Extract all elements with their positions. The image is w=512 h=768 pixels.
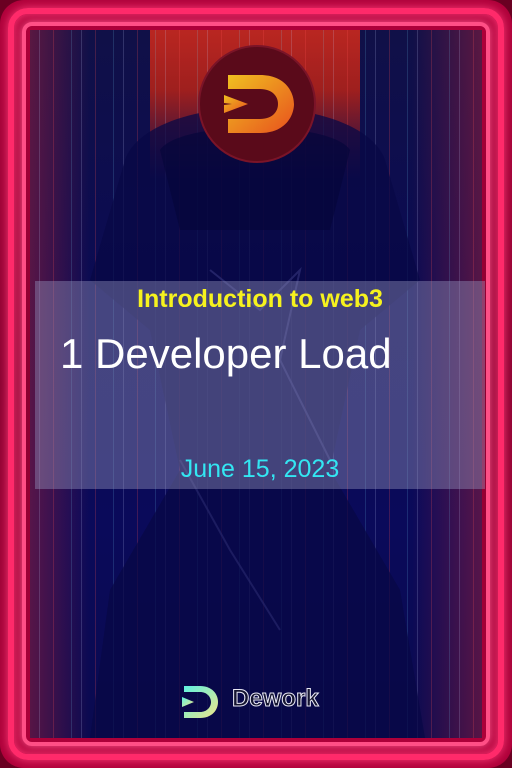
card-date: June 15, 2023: [180, 455, 340, 483]
brand-name: Dework: [232, 685, 320, 713]
dework-logo-icon: [182, 686, 218, 718]
card-title: Introduction to web3: [137, 285, 383, 313]
nft-card: Introduction to web3 1 Developer Load Ju…: [0, 0, 512, 768]
brand-footer: Dework: [178, 680, 338, 720]
dework-logo-icon: [198, 45, 316, 163]
card-headline: 1 Developer Load: [60, 330, 392, 377]
